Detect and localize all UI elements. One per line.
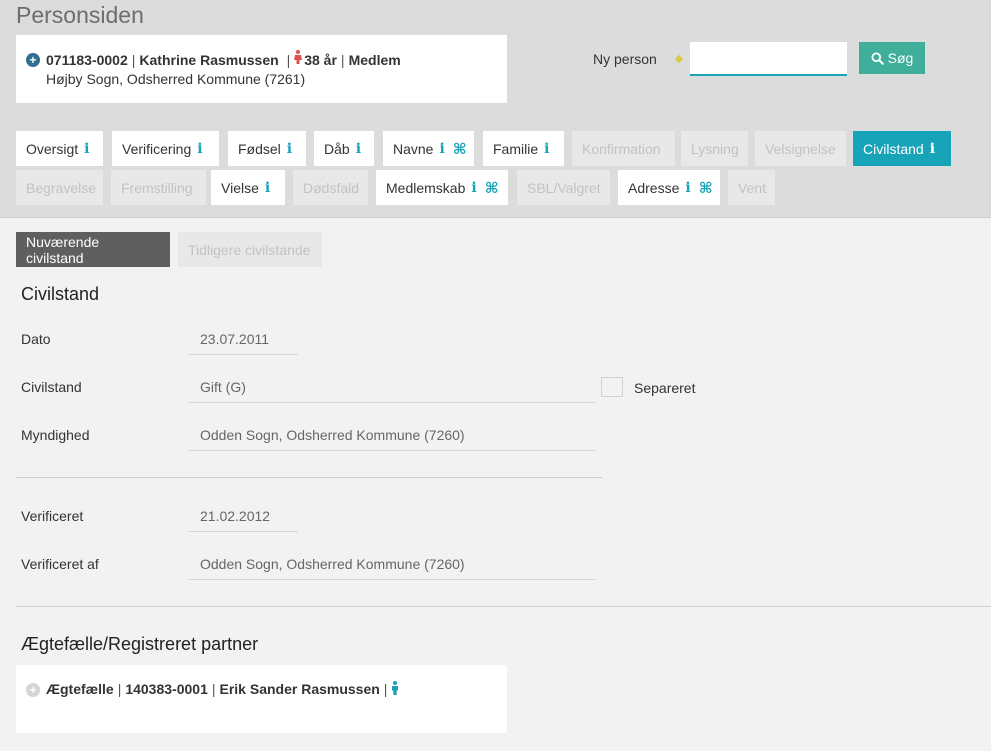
tab-label: Verificering — [122, 140, 192, 157]
page-title: Personsiden — [16, 2, 144, 28]
verificeret-value: 21.02.2012 — [188, 500, 298, 532]
info-icon[interactable]: i — [265, 180, 270, 196]
tab-fremstilling: Fremstilling — [111, 170, 206, 205]
myndighed-value: Odden Sogn, Odsherred Kommune (7260) — [188, 419, 596, 451]
male-icon — [391, 681, 399, 698]
civilstand-section-title: Civilstand — [21, 284, 100, 304]
tab-verificering[interactable]: Verificering i — [112, 131, 219, 166]
partner-name: Erik Sander Rasmussen — [219, 681, 380, 697]
tab-label: Velsignelse — [765, 140, 836, 157]
tab-label: Familie — [493, 140, 539, 157]
tab-lysning: Lysning — [681, 131, 748, 166]
tab-vielse[interactable]: Vielse i — [211, 170, 285, 205]
partner-section-title: Ægtefælle/Registreret partner — [21, 634, 259, 654]
tab-navne[interactable]: Navne i ⌘ — [383, 131, 474, 166]
separator: | — [117, 681, 122, 697]
person-age: 38 år — [304, 51, 337, 68]
tab-daab[interactable]: Dåb i — [314, 131, 374, 166]
expand-plus-icon[interactable]: + — [26, 52, 40, 67]
subtab-previous-civilstande: Tidligere civilstande — [178, 232, 322, 267]
verificeret-label: Verificeret — [21, 508, 84, 524]
tab-foedsel[interactable]: Fødsel i — [228, 131, 306, 166]
required-diamond-icon — [674, 54, 684, 64]
separator: | — [131, 51, 136, 68]
tab-vent: Vent — [728, 170, 775, 205]
info-icon[interactable]: i — [544, 141, 549, 157]
partner-cpr: 140383-0001 — [125, 681, 208, 697]
tab-civilstand[interactable]: Civilstand i — [853, 131, 951, 166]
search-button[interactable]: Søg — [859, 42, 925, 74]
tab-sbl-valgret: SBL/Valgret — [517, 170, 610, 205]
tab-label: Dødsfald — [303, 179, 360, 196]
tab-label: Dåb — [324, 140, 350, 157]
tab-label: Navne — [393, 140, 434, 157]
verificeret-af-label: Verificeret af — [21, 556, 99, 572]
tab-label: Konfirmation — [582, 140, 661, 157]
info-icon[interactable]: i — [439, 141, 444, 157]
tab-label: Fremstilling — [121, 179, 193, 196]
tab-begravelse: Begravelse — [16, 170, 103, 205]
subtab-current-civilstand[interactable]: Nuværende civilstand — [16, 232, 170, 267]
tab-adresse[interactable]: Adresse i ⌘ — [618, 170, 720, 205]
dato-label: Dato — [21, 331, 51, 347]
info-icon[interactable]: i — [287, 141, 292, 157]
tab-label: Begravelse — [26, 179, 97, 196]
info-icon[interactable]: i — [685, 180, 690, 196]
search-button-label: Søg — [887, 50, 914, 66]
tab-label: Vielse — [221, 179, 259, 196]
command-icon[interactable]: ⌘ — [699, 179, 713, 197]
civilstand-label: Civilstand — [21, 379, 82, 395]
info-icon[interactable]: i — [197, 141, 202, 157]
tab-label: Civilstand — [863, 140, 924, 157]
tab-oversigt[interactable]: Oversigt i — [16, 131, 103, 166]
tab-konfirmation: Konfirmation — [572, 131, 675, 166]
tab-label: Vent — [738, 179, 767, 196]
new-person-input[interactable] — [690, 42, 847, 76]
separeret-label: Separeret — [634, 380, 696, 396]
myndighed-label: Myndighed — [21, 427, 90, 443]
tab-doedsfald: Dødsfald — [293, 170, 368, 205]
person-status: Medlem — [348, 51, 401, 68]
command-icon[interactable]: ⌘ — [485, 179, 499, 197]
separator: | — [282, 51, 291, 68]
new-person-label: Ny person — [593, 51, 657, 67]
person-name: Kathrine Rasmussen — [139, 51, 279, 68]
female-icon — [294, 50, 303, 69]
tab-medlemskab[interactable]: Medlemskab i ⌘ — [376, 170, 508, 205]
info-icon[interactable]: i — [356, 141, 361, 157]
civilstand-value: Gift (G) — [188, 371, 596, 403]
separator: | — [211, 681, 216, 697]
tab-label: SBL/Valgret — [527, 179, 601, 196]
tab-label: Oversigt — [26, 140, 79, 157]
separator: | — [340, 51, 345, 68]
partner-card: + Ægtefælle | 140383-0001 | Erik Sander … — [16, 665, 507, 733]
info-icon[interactable]: i — [84, 141, 89, 157]
search-icon — [871, 51, 884, 65]
page-header: Personsiden + 071183-0002 | Kathrine Ras… — [0, 0, 991, 218]
divider — [16, 606, 991, 607]
command-icon[interactable]: ⌘ — [453, 140, 467, 158]
person-address: Højby Sogn, Odsherred Kommune (7261) — [46, 71, 306, 87]
person-cpr: 071183-0002 — [46, 51, 128, 68]
tab-familie[interactable]: Familie i — [483, 131, 564, 166]
separator: | — [383, 681, 388, 697]
verificeret-af-value: Odden Sogn, Odsherred Kommune (7260) — [188, 548, 596, 580]
tab-label: Fødsel — [238, 140, 281, 157]
tab-label: Medlemskab — [386, 179, 466, 196]
tab-velsignelse: Velsignelse — [755, 131, 846, 166]
expand-plus-icon[interactable]: + — [26, 683, 40, 697]
tab-label: Adresse — [628, 179, 680, 196]
partner-role: Ægtefælle — [46, 681, 114, 697]
info-icon[interactable]: i — [471, 180, 476, 196]
info-icon[interactable]: i — [930, 141, 935, 157]
divider — [16, 477, 602, 478]
tab-label: Lysning — [691, 140, 739, 157]
person-summary-card: + 071183-0002 | Kathrine Rasmussen | 38 … — [16, 35, 507, 103]
separeret-checkbox[interactable] — [601, 377, 623, 397]
dato-value: 23.07.2011 — [188, 323, 298, 355]
